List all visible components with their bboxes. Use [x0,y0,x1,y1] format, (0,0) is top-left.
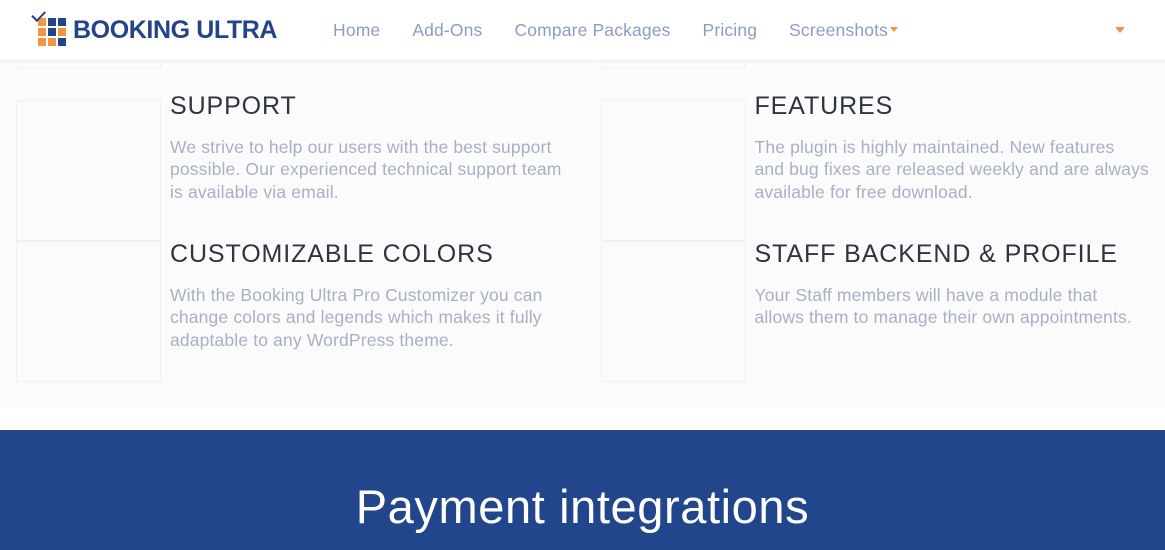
grid-check-icon [31,7,66,46]
feature-desc-support: We strive to help our users with the bes… [170,136,562,202]
feature-card-customizable-colors: CUSTOMIZABLE COLORS With the Booking Ult… [0,240,583,382]
nav-label-screenshots: Screenshots [789,19,889,40]
clipped-icon-box [600,61,745,68]
support-image-placeholder [16,100,161,241]
features-row-1: SUPPORT We strive to help our users with… [0,69,1165,241]
feature-text-support: SUPPORT We strive to help our users with… [161,69,583,203]
feature-desc-features: The plugin is highly maintained. New fea… [754,136,1149,202]
feature-title-features: FEATURES [754,92,894,120]
feature-desc-staff-backend-profile: Your Staff members will have a module th… [754,284,1132,328]
clipped-text-box [746,61,1165,68]
payment-integrations-section: Payment integrations [0,430,1165,550]
chevron-down-icon [890,27,899,33]
nav-label-pricing: Pricing [702,19,758,40]
nav-label-add-ons: Add-Ons [412,19,483,40]
features-row-2: CUSTOMIZABLE COLORS With the Booking Ult… [0,240,1165,382]
brand-logo-link[interactable]: BOOKING ULTRA [31,7,278,46]
feature-text-customizable-colors: CUSTOMIZABLE COLORS With the Booking Ult… [161,240,583,351]
nav-item-add-ons[interactable]: Add-Ons [396,0,498,61]
caret-down-icon [1115,27,1125,33]
features-row-previous-clipped [0,61,1165,69]
clipped-icon-box [16,61,161,68]
header-dropdown-toggle[interactable] [1107,21,1133,39]
payment-integrations-title: Payment integrations [355,480,810,533]
colors-image-placeholder [16,241,161,382]
feature-text-staff-backend-profile: STAFF BACKEND & PROFILE Your Staff membe… [746,240,1165,329]
feature-card-staff-backend-profile: STAFF BACKEND & PROFILE Your Staff membe… [583,240,1165,382]
staff-image-placeholder [600,241,746,382]
nav-item-pricing[interactable]: Pricing [687,0,774,61]
nav-item-compare-packages[interactable]: Compare Packages [498,0,686,61]
feature-text-features: FEATURES The plugin is highly maintained… [746,69,1165,203]
nav-label-home: Home [333,19,381,40]
main-navigation: Home Add-Ons Compare Packages Pricing Sc… [317,0,914,61]
feature-card-support: SUPPORT We strive to help our users with… [0,69,583,241]
feature-card-features: FEATURES The plugin is highly maintained… [583,69,1165,241]
site-header: BOOKING ULTRA Home Add-Ons Compare Packa… [0,0,1165,61]
clipped-text-box [162,61,599,68]
feature-title-customizable-colors: CUSTOMIZABLE COLORS [170,240,494,268]
nav-label-compare-packages: Compare Packages [514,19,671,40]
feature-title-staff-backend-profile: STAFF BACKEND & PROFILE [754,240,1118,268]
feature-title-support: SUPPORT [170,92,297,120]
nav-item-home[interactable]: Home [317,0,396,61]
features-image-placeholder [600,100,746,241]
features-section: SUPPORT We strive to help our users with… [0,61,1165,407]
brand-name: BOOKING ULTRA [73,15,278,44]
nav-item-screenshots[interactable]: Screenshots [773,0,914,61]
feature-desc-customizable-colors: With the Booking Ultra Pro Customizer yo… [170,284,543,350]
